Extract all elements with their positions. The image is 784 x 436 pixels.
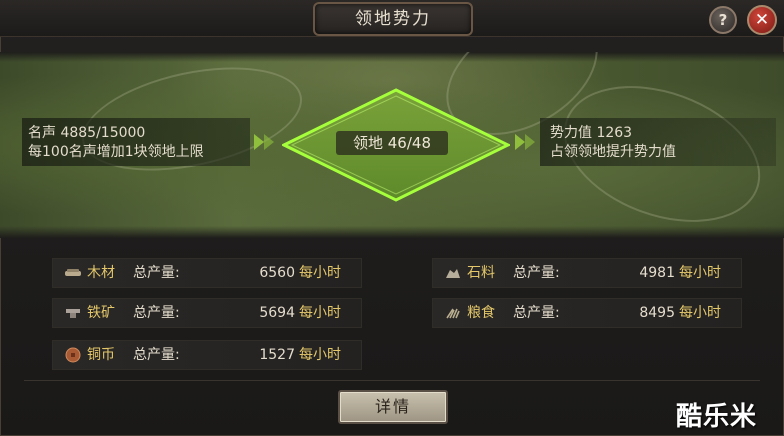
grain-icon — [446, 308, 460, 319]
resource-name: 石料 — [467, 265, 495, 281]
territory-count: 领地 46/48 — [336, 131, 448, 155]
resource-label: 总产量: — [513, 305, 560, 321]
watermark: 酷乐米 — [676, 402, 758, 432]
resource-label: 总产量: — [133, 265, 180, 281]
resource-name: 木材 — [87, 265, 115, 281]
power-value: 势力值 1263 — [550, 125, 633, 141]
window-title: 领地势力 — [313, 2, 473, 36]
help-button[interactable]: ? — [709, 6, 737, 34]
fame-hint: 每100名声增加1块领地上限 — [28, 144, 204, 160]
resource-name: 铁矿 — [87, 305, 115, 321]
resource-row-grain: 粮食 总产量: 8495 每小时 — [432, 298, 742, 328]
resource-row-stone: 石料 总产量: 4981 每小时 — [432, 258, 742, 288]
title-bar: 领地势力 ? ✕ — [0, 0, 784, 37]
power-panel: 势力值 1263 占领领地提升势力值 — [540, 118, 776, 166]
resource-row-wood: 木材 总产量: 6560 每小时 — [52, 258, 362, 288]
copper-coin-icon — [65, 347, 81, 363]
resource-value: 4981 — [639, 265, 675, 281]
stone-icon — [446, 269, 460, 278]
resource-value: 6560 — [259, 265, 295, 281]
arrow-right-icon — [264, 134, 274, 150]
resource-row-iron: 铁矿 总产量: 5694 每小时 — [52, 298, 362, 328]
resource-unit: 每小时 — [679, 305, 721, 321]
power-hint: 占领领地提升势力值 — [550, 144, 676, 160]
fame-value: 名声 4885/15000 — [28, 125, 146, 141]
iron-icon — [66, 309, 80, 318]
resource-value: 8495 — [639, 305, 675, 321]
resource-name: 铜币 — [87, 347, 115, 363]
resource-value: 5694 — [259, 305, 295, 321]
resource-label: 总产量: — [133, 347, 180, 363]
arrow-right-icon — [254, 134, 264, 150]
resource-unit: 每小时 — [299, 347, 341, 363]
arrow-right-icon — [525, 134, 535, 150]
resource-label: 总产量: — [133, 305, 180, 321]
wood-icon — [65, 269, 81, 276]
resource-name: 粮食 — [467, 305, 495, 321]
close-button[interactable]: ✕ — [747, 5, 777, 35]
resource-label: 总产量: — [513, 265, 560, 281]
resource-row-copper: 铜币 总产量: 1527 每小时 — [52, 340, 362, 370]
arrow-right-icon — [515, 134, 525, 150]
details-button[interactable]: 详情 — [338, 390, 448, 424]
fame-panel: 名声 4885/15000 每100名声增加1块领地上限 — [22, 118, 250, 166]
resource-unit: 每小时 — [679, 265, 721, 281]
resource-value: 1527 — [259, 347, 295, 363]
divider — [24, 380, 760, 381]
resource-unit: 每小时 — [299, 265, 341, 281]
resource-unit: 每小时 — [299, 305, 341, 321]
